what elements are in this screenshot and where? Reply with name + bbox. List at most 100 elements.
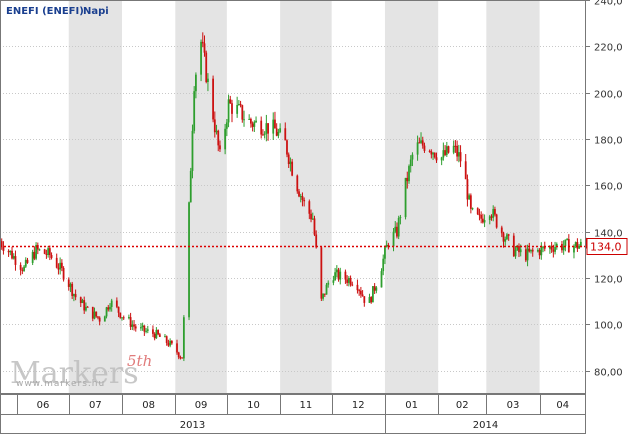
y-tick-label: 80,00 — [594, 368, 623, 379]
y-tick-label: 100,0 — [594, 321, 623, 332]
candle-body — [229, 99, 232, 104]
candle-body — [227, 99, 230, 123]
candle-body — [14, 256, 17, 265]
candle-body — [466, 179, 469, 200]
candle-body — [140, 327, 142, 329]
candle-body — [478, 214, 481, 216]
candle-body — [251, 123, 254, 127]
candle-body — [483, 220, 486, 223]
candle-body — [243, 119, 245, 121]
candle-body — [346, 279, 349, 283]
candle-body — [476, 208, 479, 215]
candle-body — [207, 78, 209, 83]
candle-body — [7, 250, 10, 253]
candle-body — [85, 306, 87, 311]
candle-body — [193, 91, 196, 131]
candle-body — [225, 122, 228, 129]
candle-body — [152, 329, 154, 334]
candle-body — [110, 300, 113, 307]
candle-body — [45, 253, 48, 255]
candle-body — [286, 140, 288, 155]
candle-body — [133, 324, 135, 327]
x-month-label-07: 07 — [89, 400, 102, 411]
candle-body — [372, 286, 374, 303]
x-year-label-2014: 2014 — [473, 420, 498, 431]
watermark-url: www.markers.hu — [16, 379, 105, 389]
candle-body — [385, 244, 388, 248]
x-month-label-11: 11 — [300, 400, 313, 411]
candle-body — [373, 286, 376, 291]
candle-body — [518, 245, 520, 253]
candle-body — [411, 154, 414, 160]
candle-body — [430, 151, 433, 155]
candle-body — [564, 239, 567, 247]
candle-body — [24, 259, 27, 267]
candle-body — [182, 317, 185, 359]
price-chart: Markers 5th www.markers.hu ENEFI (ENEFI)… — [0, 0, 628, 434]
candle-body — [57, 267, 60, 270]
candle-body — [447, 146, 450, 153]
month-shade-01 — [384, 0, 439, 394]
candle-body — [432, 152, 434, 155]
candle-body — [67, 279, 70, 287]
candle-body — [164, 336, 166, 338]
candle-body — [146, 329, 149, 331]
candle-body — [167, 342, 170, 346]
candle-body — [404, 177, 407, 218]
candle-body — [105, 307, 108, 317]
candle-body — [237, 103, 240, 105]
candle-body — [284, 128, 287, 141]
candle-body — [224, 128, 227, 150]
candle-body — [344, 271, 347, 280]
candle-body — [332, 280, 335, 283]
month-shade-03 — [486, 0, 540, 394]
candle-body — [272, 119, 275, 134]
candle-body — [507, 234, 510, 236]
candle-body — [98, 317, 101, 322]
candle-body — [143, 325, 146, 332]
candle-body — [368, 297, 371, 303]
candle-body — [526, 248, 529, 261]
candle-body — [176, 343, 178, 353]
candle-body — [301, 196, 304, 200]
candle-body — [445, 146, 448, 155]
candle-body — [337, 269, 340, 280]
candle-body — [217, 130, 220, 146]
candle-body — [421, 140, 424, 146]
candle-body — [95, 311, 98, 317]
candle-body — [265, 123, 268, 134]
candle-body — [274, 119, 276, 129]
candle-body — [21, 269, 24, 271]
candle-body — [26, 259, 29, 263]
candle-body — [203, 43, 206, 53]
candle-body — [155, 330, 158, 339]
candle-body — [574, 242, 577, 247]
candle-body — [55, 257, 58, 268]
current-price-badge: 134,0 — [586, 238, 628, 255]
candle-body — [311, 218, 314, 220]
candle-body — [129, 317, 132, 327]
candle-body — [74, 294, 77, 298]
chart-title: ENEFI (ENEFI) — [6, 6, 84, 17]
candle-body — [38, 249, 41, 251]
candle-body — [315, 234, 318, 248]
candle-body — [576, 242, 579, 249]
x-month-label-12: 12 — [352, 400, 365, 411]
candle-body — [370, 297, 373, 303]
x-month-label-01: 01 — [405, 400, 418, 411]
candle-body — [23, 266, 25, 271]
candle-body — [303, 199, 306, 202]
candle-body — [457, 152, 460, 157]
candle-body — [69, 283, 72, 287]
candle-body — [195, 74, 197, 92]
watermark-edition: 5th — [127, 352, 152, 370]
candle-body — [260, 120, 263, 135]
x-month-label-09: 09 — [195, 400, 208, 411]
x-year-label-2013: 2013 — [180, 420, 205, 431]
candle-body — [169, 340, 172, 346]
candle-body — [359, 290, 362, 295]
candle-body — [86, 306, 89, 308]
candle-body — [188, 202, 190, 318]
candle-body — [275, 128, 278, 136]
candle-body — [356, 284, 359, 291]
